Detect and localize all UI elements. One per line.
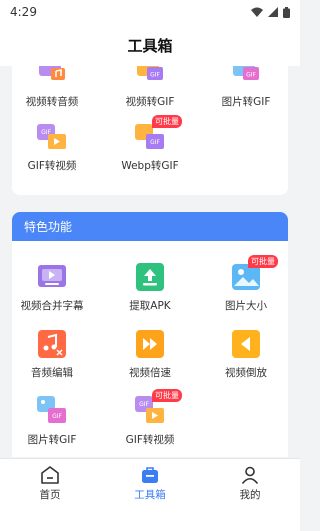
- status-time: 4:29: [10, 5, 37, 19]
- app-header: 工具箱: [0, 24, 300, 66]
- tab-label: 工具箱: [134, 489, 166, 501]
- basic-tools-card: 视频转音频 GIF 视频转GIF GIF 图片转GIF GIF GIF转视频 G…: [12, 66, 288, 195]
- signal-icon: [268, 7, 278, 17]
- tool-subtitle-merge[interactable]: 视频合并字幕: [12, 262, 92, 313]
- home-icon: [41, 466, 59, 484]
- tool-label: GIF转视频: [27, 160, 77, 172]
- tool-image-to-gif-2[interactable]: GIF 图片转GIF: [12, 396, 92, 447]
- tool-label: 视频倍速: [129, 367, 171, 379]
- video-to-audio-icon: [37, 66, 67, 88]
- tool-gif-to-video-2[interactable]: GIF 可批量 GIF转视频: [110, 389, 190, 447]
- video-speed-icon: [135, 329, 165, 359]
- tool-label: 视频转音频: [25, 96, 79, 108]
- svg-text:GIF: GIF: [139, 401, 149, 408]
- gif-to-video-icon: GIF: [37, 122, 67, 152]
- special-features-card: 特色功能 视频合并字幕 提取APK 可批量 图片大小 音频编辑 视频倍速 视频倒…: [12, 212, 288, 457]
- extract-apk-icon: [135, 262, 165, 292]
- svg-text:GIF: GIF: [52, 413, 62, 420]
- tab-profile[interactable]: 我的: [210, 465, 290, 502]
- tool-video-speed[interactable]: 视频倍速: [110, 329, 190, 380]
- tool-label: 提取APK: [129, 300, 171, 312]
- tool-label: 图片转GIF: [221, 96, 271, 108]
- tool-video-to-audio[interactable]: 视频转音频: [12, 66, 92, 109]
- tool-label: 视频倒放: [225, 367, 267, 379]
- tab-label: 我的: [239, 489, 261, 501]
- image-to-gif-icon: GIF: [37, 396, 67, 426]
- webp-to-gif-icon: GIF 可批量: [135, 115, 182, 152]
- page-title: 工具箱: [127, 36, 173, 55]
- audio-edit-icon: [37, 329, 67, 359]
- batch-badge: 可批量: [152, 115, 182, 128]
- tool-label: 图片转GIF: [27, 434, 77, 446]
- video-reverse-icon: [231, 329, 261, 359]
- profile-icon: [241, 466, 259, 485]
- tab-toolbox[interactable]: 工具箱: [110, 465, 190, 502]
- tool-label: 视频转GIF: [125, 96, 175, 108]
- tab-label: 首页: [39, 489, 61, 501]
- tool-label: GIF转视频: [125, 434, 175, 446]
- batch-badge: 可批量: [248, 255, 278, 268]
- svg-text:GIF: GIF: [246, 72, 256, 79]
- tool-extract-apk[interactable]: 提取APK: [110, 262, 190, 313]
- tool-label: Webp转GIF: [121, 160, 179, 172]
- toolbox-icon: [142, 467, 158, 483]
- tool-video-to-gif[interactable]: GIF 视频转GIF: [110, 66, 190, 109]
- tool-audio-edit[interactable]: 音频编辑: [12, 329, 92, 380]
- tool-label: 图片大小: [225, 300, 267, 312]
- tool-image-size[interactable]: 可批量 图片大小: [206, 255, 286, 313]
- section-header: 特色功能: [12, 212, 288, 241]
- status-bar: 4:29: [0, 0, 300, 24]
- tool-webp-to-gif[interactable]: GIF 可批量 Webp转GIF: [110, 115, 190, 173]
- tool-image-to-gif[interactable]: GIF 图片转GIF: [206, 66, 286, 109]
- wifi-icon: [251, 7, 263, 17]
- svg-text:GIF: GIF: [150, 72, 160, 79]
- image-size-icon: 可批量: [231, 255, 278, 292]
- svg-text:GIF: GIF: [150, 139, 160, 146]
- section-title: 特色功能: [24, 220, 73, 234]
- video-to-gif-icon: GIF: [135, 66, 165, 88]
- tab-home[interactable]: 首页: [10, 465, 90, 502]
- batch-badge: 可批量: [152, 389, 182, 402]
- status-icons: [251, 6, 290, 18]
- tool-gif-to-video[interactable]: GIF GIF转视频: [12, 122, 92, 173]
- tool-label: 音频编辑: [31, 367, 73, 379]
- tool-video-reverse[interactable]: 视频倒放: [206, 329, 286, 380]
- battery-icon: [283, 6, 290, 18]
- image-to-gif-icon: GIF: [231, 66, 261, 88]
- bottom-tab-bar: 首页 工具箱 我的: [0, 458, 300, 531]
- tool-list[interactable]: 视频转音频 GIF 视频转GIF GIF 图片转GIF GIF GIF转视频 G…: [0, 66, 300, 458]
- subtitle-merge-icon: [37, 262, 67, 292]
- tool-label: 视频合并字幕: [20, 300, 84, 312]
- gif-to-video-icon: GIF 可批量: [135, 389, 182, 426]
